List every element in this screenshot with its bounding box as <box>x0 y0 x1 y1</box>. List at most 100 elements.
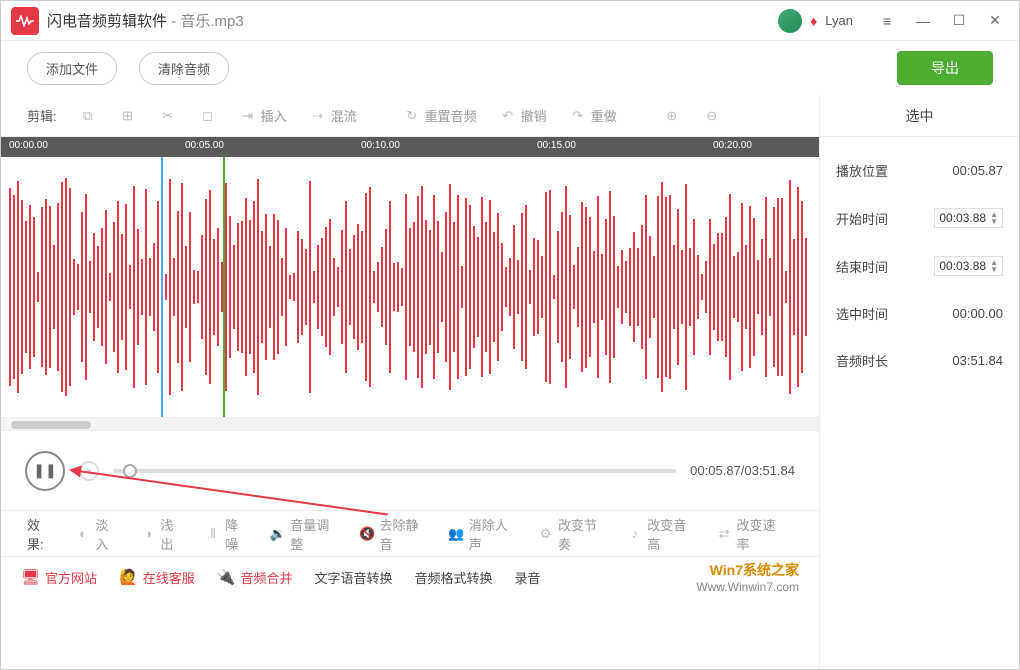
duration-row: 音频时长 03:51.84 <box>836 351 1003 370</box>
remove-vocals-effect[interactable]: 👥消除人声 <box>440 511 525 557</box>
playhead-marker[interactable] <box>161 157 163 417</box>
waveform-bar <box>753 218 755 356</box>
waveform-bar <box>65 178 67 397</box>
waveform-bar <box>393 263 395 310</box>
remove-silence-effect[interactable]: 🔇去除静音 <box>351 511 436 557</box>
selection-marker[interactable] <box>223 157 225 417</box>
waveform-bar <box>485 222 487 351</box>
seek-knob[interactable] <box>123 464 137 478</box>
copy-tool[interactable]: ⧉ <box>71 103 105 129</box>
add-file-button[interactable]: 添加文件 <box>27 52 117 85</box>
official-site-link[interactable]: 🖥官方网站 <box>21 568 97 587</box>
tts-link[interactable]: 文字语音转换 <box>314 568 392 587</box>
vip-gem-icon: ♦ <box>810 13 817 29</box>
ruler-mark: 00:05.00 <box>185 140 224 151</box>
close-button[interactable]: ✕ <box>981 7 1009 35</box>
footer-bar: 🖥官方网站 🙋在线客服 🔌音频合并 文字语音转换 音频格式转换 录音 Win7系… <box>1 557 819 597</box>
waveform-bar <box>117 201 119 373</box>
waveform-bar <box>445 212 447 363</box>
insert-tool[interactable]: ⇥插入 <box>231 102 295 129</box>
speed-effect[interactable]: ⇄改变速率 <box>708 511 793 557</box>
waveform-bar <box>21 200 23 374</box>
spinner-icon[interactable]: ▲▼ <box>990 211 998 225</box>
waveform-bar <box>345 201 347 373</box>
pitch-effect[interactable]: ♪改变音高 <box>618 511 703 557</box>
waveform-bar <box>189 212 191 362</box>
waveform-bar <box>781 198 783 375</box>
fade-in-effect[interactable]: ◐淡入 <box>67 511 128 557</box>
zoom-out-tool[interactable]: ⊖ <box>695 103 729 129</box>
waveform-bar <box>629 248 631 326</box>
audio-merge-link[interactable]: 🔌音频合并 <box>217 568 293 587</box>
waveform-bar <box>777 198 779 377</box>
end-time-row: 结束时间 00:03.88 ▲▼ <box>836 256 1003 276</box>
play-pause-button[interactable]: ❚❚ <box>25 451 65 491</box>
file-name: - 音乐.mp3 <box>171 13 244 30</box>
waveform-bar <box>553 275 555 299</box>
spinner-icon[interactable]: ▲▼ <box>990 259 998 273</box>
mix-tool[interactable]: ⇢混流 <box>301 102 365 129</box>
waveform-bar <box>85 194 87 380</box>
playback-bar: ❚❚ ■ 00:05.87/03:51.84 <box>1 431 819 511</box>
waveform-bar <box>805 238 807 337</box>
waveform-bar <box>245 198 247 376</box>
waveform-bar <box>521 213 523 361</box>
app-name: 闪电音频剪辑软件 <box>47 13 167 30</box>
waveform-area[interactable] <box>1 157 819 417</box>
start-time-input[interactable]: 00:03.88 ▲▼ <box>934 208 1003 228</box>
denoise-icon: ⦀ <box>205 525 222 543</box>
user-avatar[interactable] <box>778 9 802 33</box>
waveform-bar <box>177 211 179 363</box>
zoom-in-tool[interactable]: ⊕ <box>655 103 689 129</box>
redo-tool[interactable]: ↷重做 <box>561 102 625 129</box>
watermark: Win7系统之家 Www.Winwin7.com <box>696 560 799 594</box>
paste-tool[interactable]: ⊞ <box>111 103 145 129</box>
support-link[interactable]: 🙋在线客服 <box>119 568 195 587</box>
horizontal-scrollbar[interactable] <box>1 417 819 431</box>
waveform-bar <box>129 265 131 309</box>
waveform-bar <box>349 249 351 326</box>
waveform-bar <box>205 199 207 375</box>
ruler-mark: 00:15.00 <box>537 140 576 151</box>
end-time-input[interactable]: 00:03.88 ▲▼ <box>934 256 1003 276</box>
waveform-bar <box>525 205 527 370</box>
waveform-bar <box>601 254 603 321</box>
waveform-bar <box>397 262 399 313</box>
waveform-bar <box>589 217 591 357</box>
waveform-bar <box>57 203 59 371</box>
crop-icon: ◻ <box>199 107 217 125</box>
reset-audio-tool[interactable]: ↻重置音频 <box>395 102 485 129</box>
volume-effect[interactable]: 🔉音量调整 <box>261 511 346 557</box>
crop-tool[interactable]: ◻ <box>191 103 225 129</box>
export-button[interactable]: 导出 <box>897 51 993 85</box>
waveform-bar <box>665 197 667 376</box>
denoise-effect[interactable]: ⦀降噪 <box>197 511 258 557</box>
waveform-bar <box>89 261 91 314</box>
waveform-bar <box>69 188 71 387</box>
scrollbar-thumb[interactable] <box>11 421 91 429</box>
waveform-bar <box>353 235 355 339</box>
maximize-button[interactable]: ☐ <box>945 7 973 35</box>
minimize-button[interactable]: ― <box>909 7 937 35</box>
waveform-bar <box>137 229 139 344</box>
waveform-bar <box>689 248 691 326</box>
fade-out-effect[interactable]: ◑浅出 <box>132 511 193 557</box>
undo-tool[interactable]: ↶撤销 <box>491 102 555 129</box>
clear-audio-button[interactable]: 清除音频 <box>139 52 229 85</box>
cut-tool[interactable]: ✂ <box>151 103 185 129</box>
waveform-bar <box>685 184 687 391</box>
waveform-bar <box>773 207 775 366</box>
timeline-ruler[interactable]: 00:00.00 00:05.00 00:10.00 00:15.00 00:2… <box>1 137 819 157</box>
waveform-bar <box>537 240 539 334</box>
tempo-effect[interactable]: ⚙改变节奏 <box>529 511 614 557</box>
menu-button[interactable]: ≡ <box>873 7 901 35</box>
waveform-bar <box>369 187 371 387</box>
convert-link[interactable]: 音频格式转换 <box>414 568 492 587</box>
seek-slider[interactable] <box>113 469 676 473</box>
waveform-bar <box>757 260 759 314</box>
waveform-bar <box>181 183 183 392</box>
waveform-bar <box>637 248 639 325</box>
record-link[interactable]: 录音 <box>515 568 541 587</box>
waveform-bar <box>253 201 255 374</box>
username[interactable]: Lyan <box>825 13 853 28</box>
